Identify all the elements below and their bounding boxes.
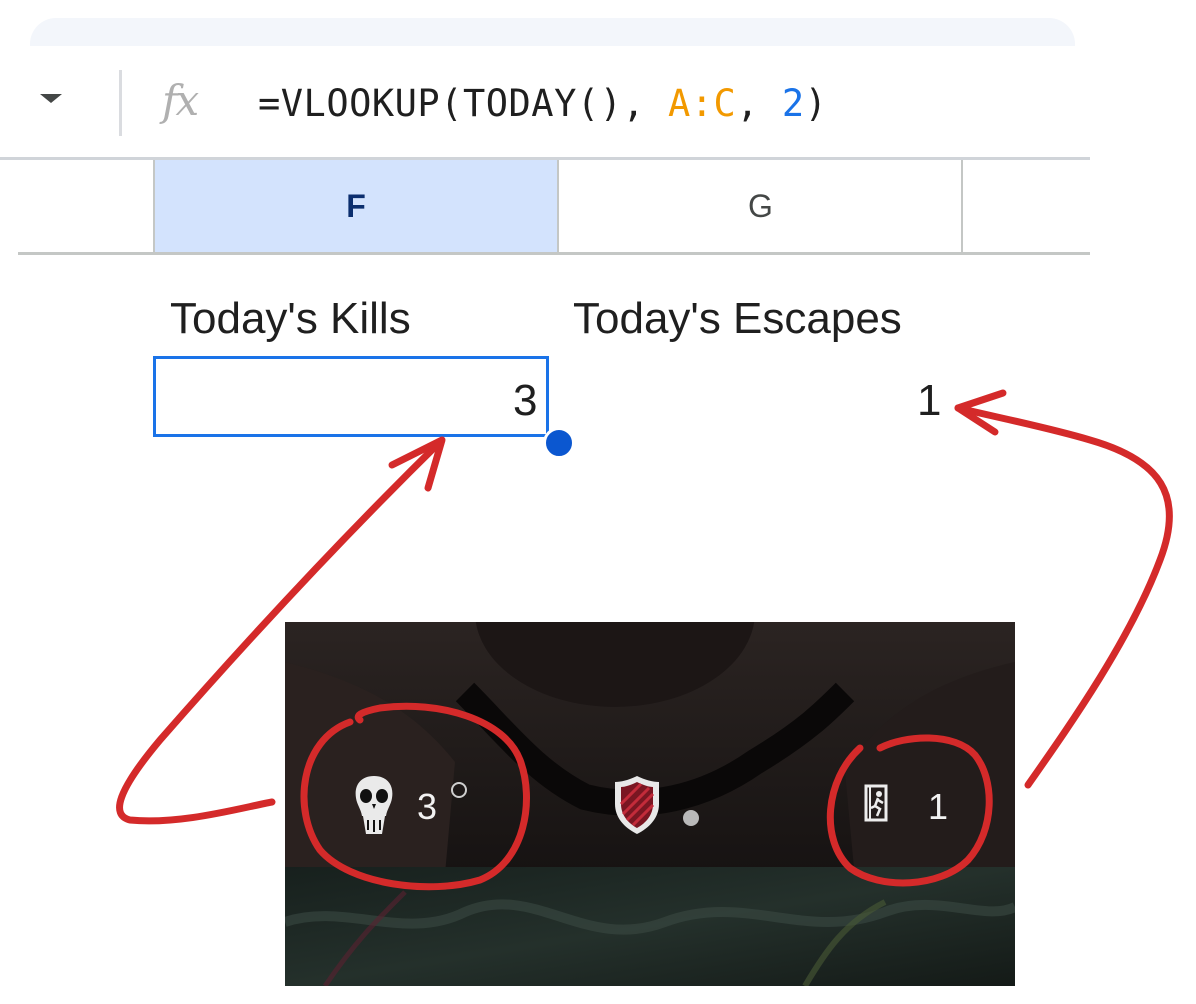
escapes-circle-annotation bbox=[826, 734, 993, 887]
red-annotation-overlay bbox=[116, 389, 1173, 891]
escapes-arrow-annotation bbox=[954, 404, 1173, 789]
kills-arrow-annotation bbox=[116, 438, 444, 825]
kills-circle-annotation bbox=[300, 702, 530, 891]
